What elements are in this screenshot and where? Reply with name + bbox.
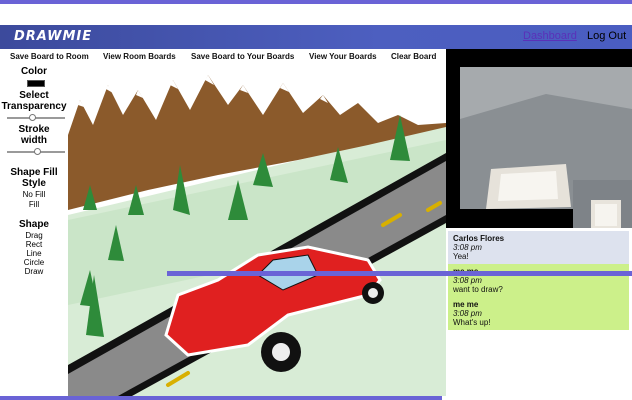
chat-text: want to draw? xyxy=(453,285,503,294)
tool-sidebar: Color Select Transparency Stroke width S… xyxy=(0,65,68,396)
color-swatch[interactable] xyxy=(27,80,45,87)
transparency-slider[interactable] xyxy=(7,114,65,121)
stroke-label-line1: Stroke xyxy=(18,124,50,135)
chat-text: Yea! xyxy=(453,252,469,261)
clear-board-button[interactable]: Clear Board xyxy=(391,52,436,61)
overlay-divider-bar xyxy=(167,271,632,276)
save-board-to-room-button[interactable]: Save Board to Room xyxy=(10,52,89,61)
chat-author: Carlos Flores xyxy=(453,234,505,243)
shape-option-drag[interactable]: Drag xyxy=(0,231,68,240)
color-label: Color xyxy=(20,66,48,77)
shape-option-rect[interactable]: Rect xyxy=(0,240,68,249)
chat-time: 3:08 pm xyxy=(453,243,482,252)
fill-option-no-fill[interactable]: No Fill xyxy=(0,190,68,199)
chat-time: 3:08 pm xyxy=(453,276,482,285)
self-video-feed xyxy=(573,180,632,228)
transparency-label-line2: Transparency xyxy=(1,101,67,112)
brand-logo[interactable]: DRAWMIE xyxy=(14,29,92,44)
transparency-label-line1: Select xyxy=(19,90,49,101)
fill-option-fill[interactable]: Fill xyxy=(0,200,68,209)
stroke-label-line2: width xyxy=(20,135,48,146)
board-toolbar: Save Board to Room View Room Boards Save… xyxy=(0,49,446,65)
transparency-slider-knob[interactable] xyxy=(29,114,36,121)
navbar: DRAWMIE Dashboard Log Out xyxy=(0,25,632,49)
save-board-to-your-boards-button[interactable]: Save Board to Your Boards xyxy=(191,52,294,61)
view-room-boards-button[interactable]: View Room Boards xyxy=(103,52,176,61)
drawing-canvas[interactable] xyxy=(68,65,446,396)
bottom-accent-stripe xyxy=(0,396,442,400)
stroke-width-slider[interactable] xyxy=(7,148,65,155)
stroke-width-slider-knob[interactable] xyxy=(34,148,41,155)
shape-option-draw[interactable]: Draw xyxy=(0,267,68,276)
chat-text: What's up! xyxy=(453,318,491,327)
chat-author: me me xyxy=(453,300,479,309)
chat-message: me me 3:08 pm want to draw? xyxy=(448,264,629,297)
chat-message: Carlos Flores 3:08 pm Yea! xyxy=(448,231,629,264)
chat-time: 3:08 pm xyxy=(453,309,482,318)
logout-link[interactable]: Log Out xyxy=(587,30,626,42)
drawing-artwork xyxy=(68,65,446,396)
fill-label-line2: Style xyxy=(22,178,46,189)
dashboard-link[interactable]: Dashboard xyxy=(523,30,577,42)
shape-option-circle[interactable]: Circle xyxy=(0,258,68,267)
top-accent-stripe xyxy=(0,0,632,4)
shape-option-line[interactable]: Line xyxy=(0,249,68,258)
fill-label-line1: Shape Fill xyxy=(10,167,58,178)
view-your-boards-button[interactable]: View Your Boards xyxy=(309,52,377,61)
chat-panel: Carlos Flores 3:08 pm Yea! me me 3:08 pm… xyxy=(446,228,632,396)
shape-label: Shape xyxy=(18,219,49,230)
chat-message: me me 3:08 pm What's up! xyxy=(448,297,629,330)
video-panel xyxy=(446,49,632,228)
